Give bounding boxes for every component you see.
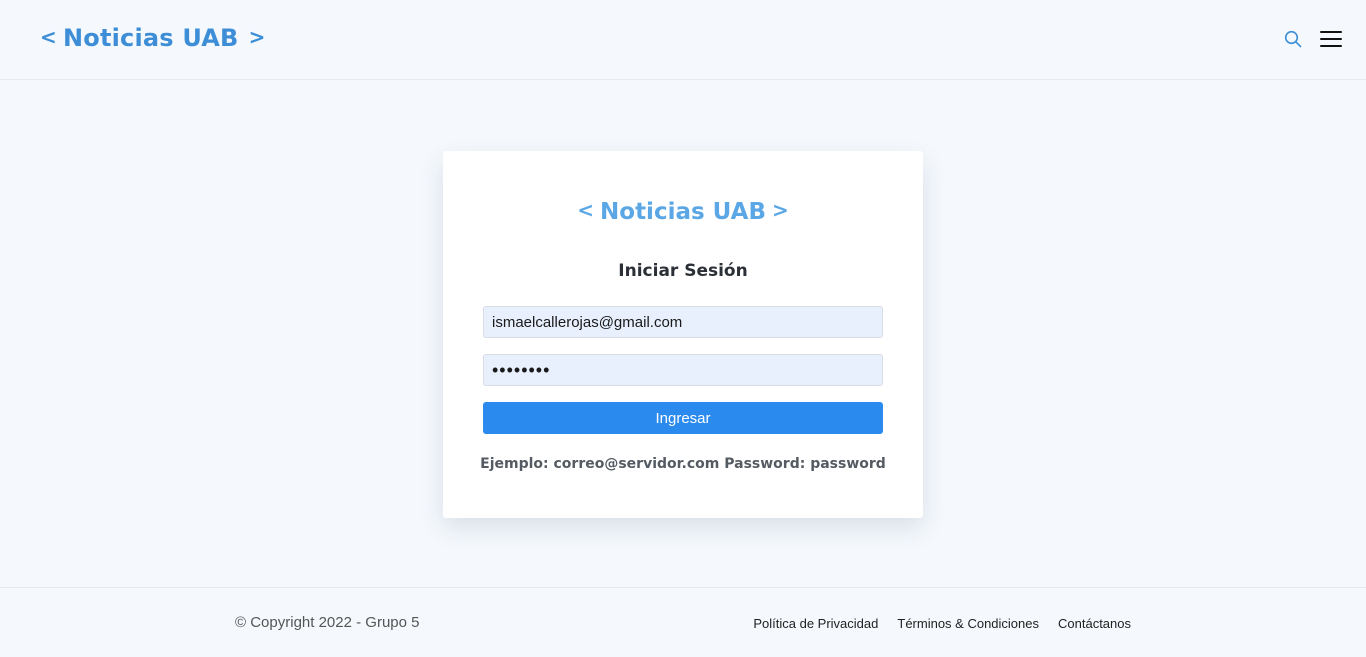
login-logo-text: Noticias UAB [600,199,766,225]
login-submit-button[interactable]: Ingresar [483,402,883,434]
login-title: Iniciar Sesión [618,261,748,281]
logo-chevron-right: > [248,25,266,49]
footer-links: Política de Privacidad Términos & Condic… [753,616,1131,631]
logo-chevron-left: < [40,25,57,49]
password-field[interactable] [483,354,883,386]
hamburger-menu-button[interactable] [1320,28,1342,50]
menu-icon [1320,31,1342,47]
footer-link-contact[interactable]: Contáctanos [1058,616,1131,631]
header-actions [1282,28,1342,50]
site-logo[interactable]: < Noticias UAB > [40,24,276,52]
footer-link-terms[interactable]: Términos & Condiciones [897,616,1039,631]
login-card: <Noticias UAB> Iniciar Sesión Ingresar E… [443,151,923,518]
copyright-text: © Copyright 2022 - Grupo 5 [235,614,420,631]
email-field[interactable] [483,306,883,338]
site-footer: © Copyright 2022 - Grupo 5 Política de P… [0,587,1366,657]
search-icon[interactable] [1282,28,1304,50]
login-hint: Ejemplo: correo@servidor.com Password: p… [480,456,886,472]
logo-text: Noticias UAB [62,24,239,52]
footer-link-privacy[interactable]: Política de Privacidad [753,616,878,631]
login-logo-chevron-left: < [577,198,595,222]
login-logo-chevron-right: > [771,198,789,222]
login-logo: < Noticias UAB > [443,198,923,225]
top-navbar: < Noticias UAB > [0,0,1366,80]
